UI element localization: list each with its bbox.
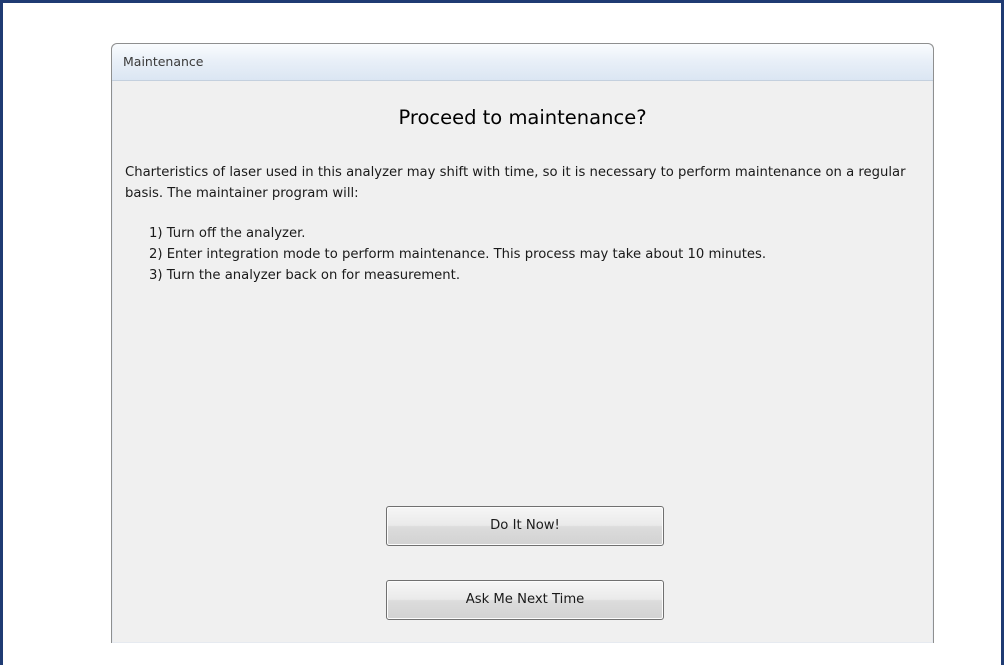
step-item: 2) Enter integration mode to perform mai… bbox=[149, 247, 767, 262]
steps-list: 1) Turn off the analyzer. 2) Enter integ… bbox=[125, 223, 925, 286]
step-item: 3) Turn the analyzer back on for measure… bbox=[149, 268, 461, 283]
title-bar: Maintenance bbox=[112, 44, 933, 81]
dialog-message: Charteristics of laser used in this anal… bbox=[125, 162, 925, 286]
intro-text: Charteristics of laser used in this anal… bbox=[125, 165, 906, 201]
do-it-now-button[interactable]: Do It Now! bbox=[386, 506, 664, 546]
window-title: Maintenance bbox=[123, 54, 204, 69]
maintenance-dialog: Maintenance Proceed to maintenance? Char… bbox=[111, 43, 934, 643]
outer-frame: Maintenance Proceed to maintenance? Char… bbox=[0, 0, 1004, 665]
dialog-heading: Proceed to maintenance? bbox=[398, 106, 647, 129]
ask-me-next-time-button[interactable]: Ask Me Next Time bbox=[386, 580, 664, 620]
step-item: 1) Turn off the analyzer. bbox=[149, 226, 306, 241]
